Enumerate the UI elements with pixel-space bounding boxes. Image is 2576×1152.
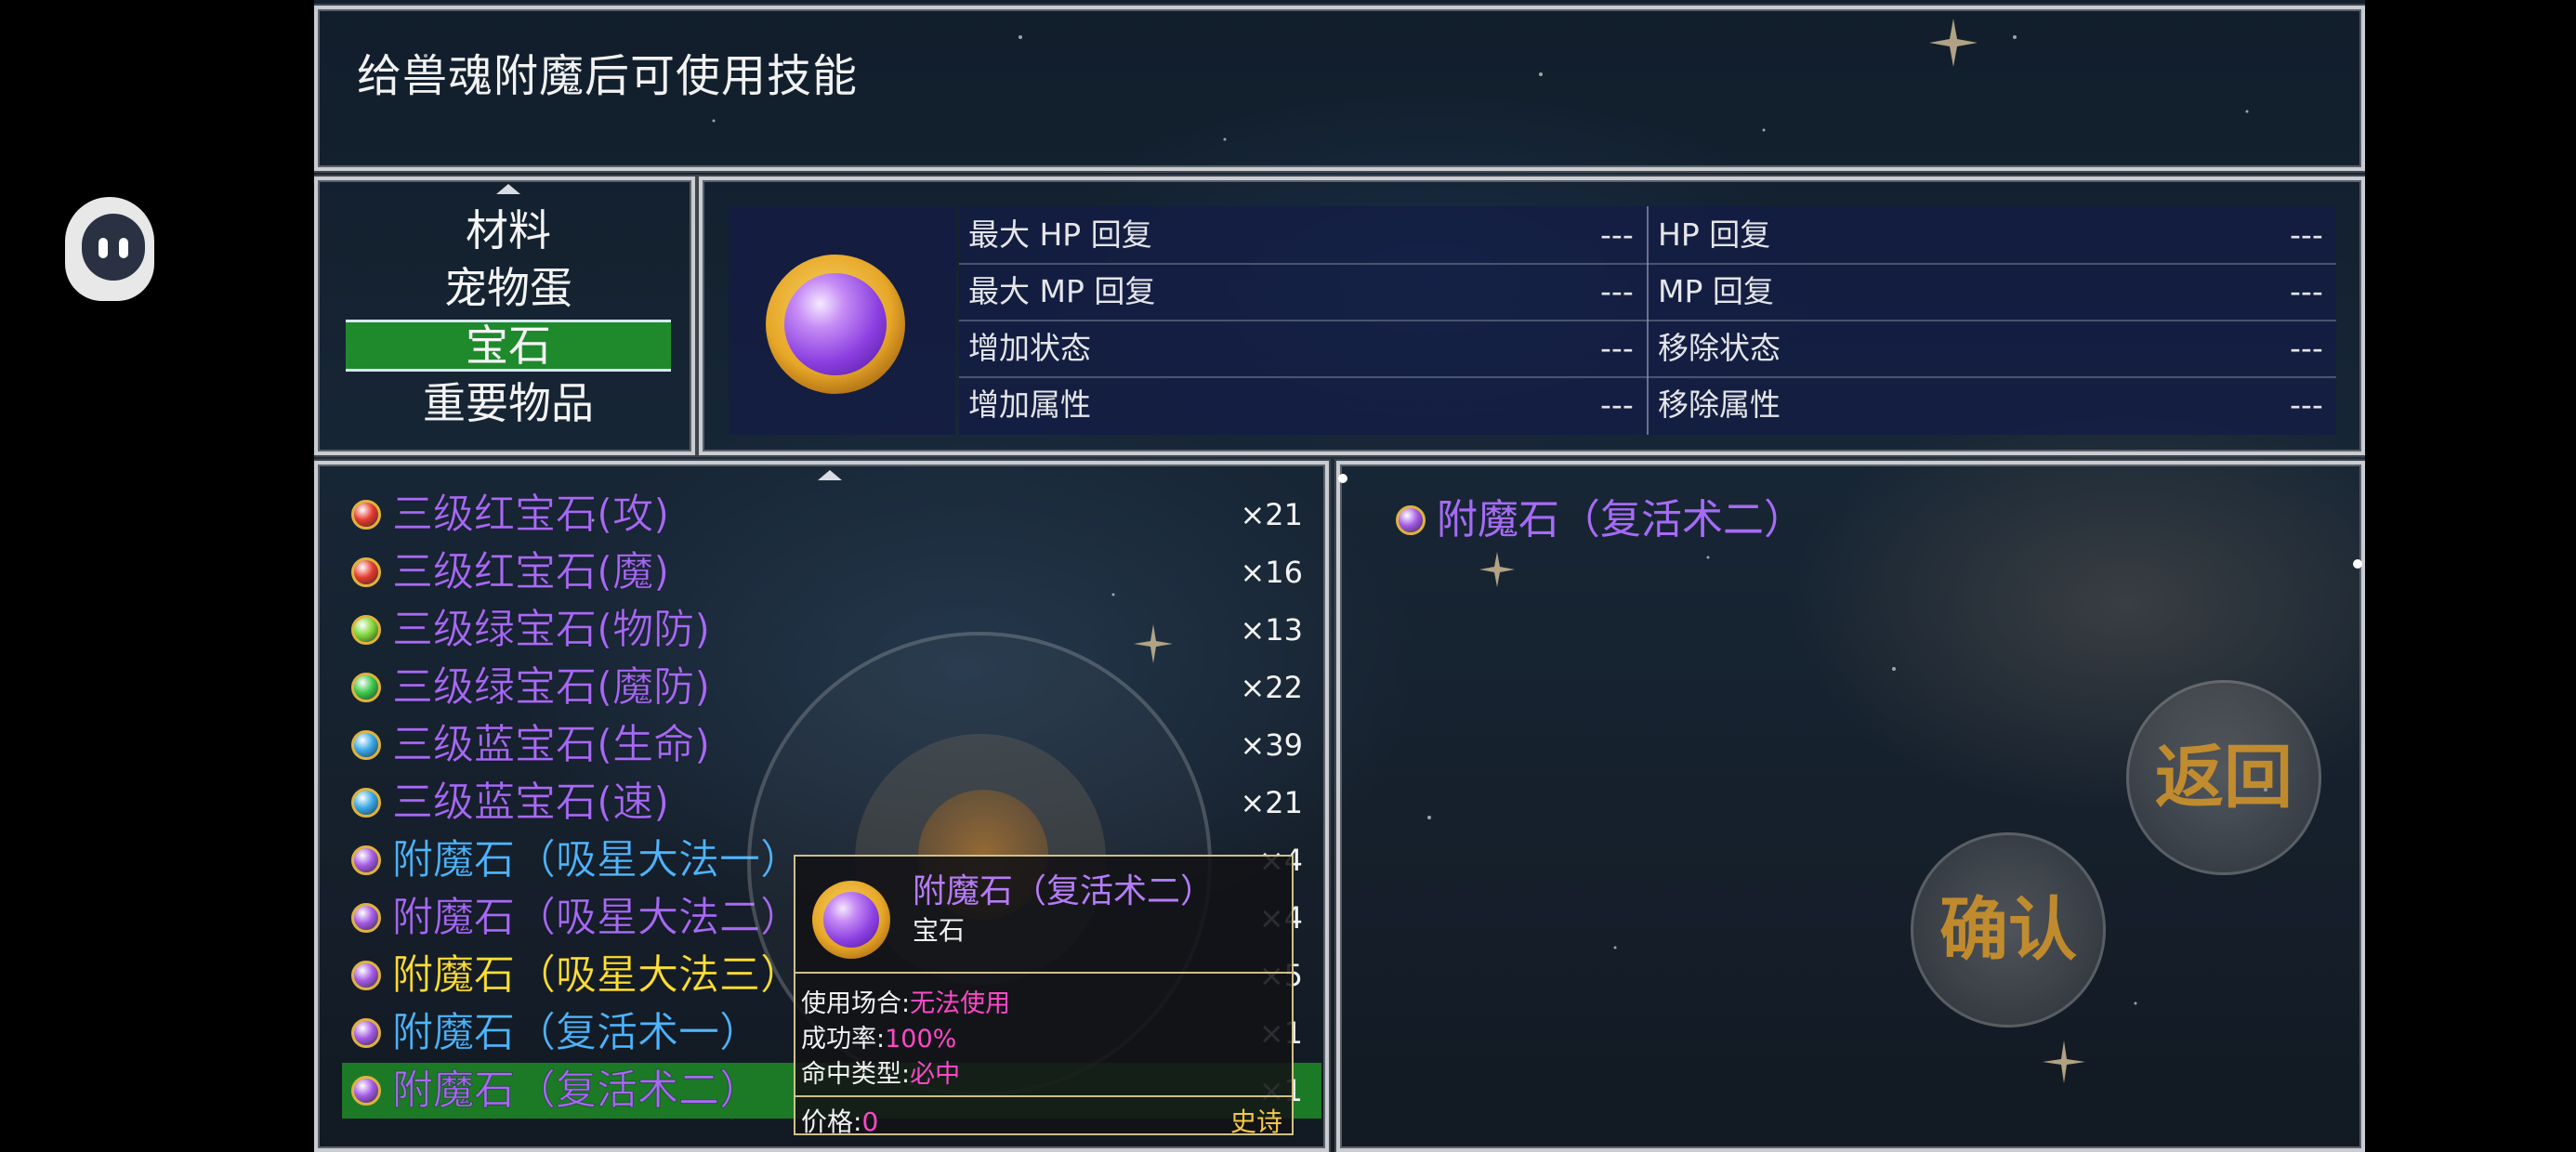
item-count: ×39: [1240, 727, 1303, 763]
category-gems[interactable]: 宝石: [346, 320, 671, 372]
item-name: 三级蓝宝石(生命): [391, 721, 711, 769]
floating-assistant-icon[interactable]: [65, 197, 154, 301]
gem-orb-icon: [351, 615, 381, 645]
stat-label: 增加属性: [968, 386, 1091, 423]
gem-orb-icon: [351, 845, 381, 875]
skill-name: 附魔石（复活术二）: [1437, 496, 1805, 543]
tooltip-hit-type: 命中类型:必中: [801, 1054, 960, 1090]
item-count: ×21: [1240, 497, 1303, 532]
item-stats-panel: 最大 HP 回复 --- HP 回复 --- 最大 MP 回复 --- MP 回…: [699, 177, 2365, 455]
usage-label: 使用场合:: [801, 989, 911, 1018]
stat-label: 移除状态: [1658, 330, 1781, 366]
scroll-marker: [1338, 474, 1347, 483]
stat-value: ---: [2290, 330, 2323, 366]
assistant-eye: [119, 238, 128, 258]
gem-orb-icon: [351, 961, 381, 990]
item-count: ×22: [1240, 670, 1303, 705]
scroll-up-arrow-icon[interactable]: [818, 470, 842, 480]
stat-value: ---: [2290, 386, 2323, 423]
gem-orb-icon: [351, 1018, 381, 1048]
item-name: 附魔石（复活术二）: [392, 1067, 761, 1115]
gem-orb-icon: [351, 500, 381, 530]
gem-orb-icon: [351, 1076, 381, 1106]
tooltip-rarity: 史诗: [1229, 1106, 1282, 1137]
stat-label: 最大 MP 回复: [968, 273, 1156, 309]
stat-value: ---: [1600, 386, 1634, 423]
item-name: 三级绿宝石(物防): [391, 606, 711, 654]
item-name: 附魔石（复活术一）: [392, 1009, 761, 1057]
stat-row: 最大 HP 回复 --- HP 回复 ---: [959, 206, 2336, 265]
item-preview: [729, 206, 955, 435]
category-pet-eggs[interactable]: 宠物蛋: [346, 262, 671, 314]
item-count: ×13: [1240, 612, 1303, 648]
confirm-button[interactable]: 确认: [1911, 832, 2106, 1028]
stat-label: 最大 HP 回复: [968, 216, 1152, 253]
item-name: 附魔石（吸星大法二）: [392, 894, 802, 942]
tooltip-price: 价格:0: [801, 1102, 878, 1139]
item-name: 三级蓝宝石(速): [391, 779, 670, 827]
item-name: 附魔石（吸星大法三）: [392, 951, 802, 1000]
tooltip-item-name: 附魔石（复活术二）: [913, 872, 1215, 910]
item-count: ×21: [1240, 785, 1303, 820]
purple-gem-icon: [812, 881, 890, 959]
scroll-marker: [2353, 559, 2362, 569]
assistant-face: [82, 214, 145, 281]
gem-orb-icon: [351, 903, 381, 933]
success-value: 100%: [885, 1025, 957, 1054]
hit-value: 必中: [910, 1060, 961, 1089]
stat-label: 移除属性: [1658, 386, 1781, 423]
stat-value: ---: [1600, 216, 1634, 253]
price-value: 0: [861, 1106, 879, 1137]
purple-gem-icon: [766, 255, 905, 394]
stat-label: 增加状态: [968, 330, 1091, 366]
help-text: 给兽魂附魔后可使用技能: [357, 50, 859, 102]
item-row[interactable]: 三级红宝石(魔) ×16: [342, 544, 1321, 600]
category-panel: 材料 宠物蛋 宝石 重要物品: [314, 177, 695, 455]
gem-orb-icon: [351, 788, 381, 818]
gem-orb-icon: [351, 673, 381, 702]
item-count: ×16: [1240, 555, 1303, 590]
stat-row: 最大 MP 回复 --- MP 回复 ---: [959, 263, 2336, 321]
category-key-items[interactable]: 重要物品: [346, 377, 671, 429]
skill-gem-icon: [1396, 505, 1426, 535]
assistant-eye: [99, 238, 108, 258]
gem-orb-icon: [351, 730, 381, 760]
stat-value: ---: [2290, 273, 2323, 309]
tooltip-item-type: 宝石: [913, 915, 966, 946]
item-row[interactable]: 三级绿宝石(物防) ×13: [342, 602, 1321, 658]
item-name: 附魔石（吸星大法一）: [392, 836, 802, 884]
stat-value: ---: [1600, 273, 1634, 309]
stats-table: 最大 HP 回复 --- HP 回复 --- 最大 MP 回复 --- MP 回…: [959, 206, 2336, 435]
item-name: 三级绿宝石(魔防): [391, 663, 711, 712]
stat-row: 增加属性 --- 移除属性 ---: [959, 376, 2336, 433]
price-label: 价格:: [801, 1106, 862, 1137]
item-tooltip: 附魔石（复活术二） 宝石 使用场合:无法使用 成功率:100% 命中类型:必中 …: [794, 855, 1294, 1137]
stat-label: MP 回复: [1658, 273, 1774, 309]
back-button[interactable]: 返回: [2126, 680, 2321, 875]
stat-row: 增加状态 --- 移除状态 ---: [959, 320, 2336, 378]
stat-value: ---: [1600, 330, 1634, 366]
stat-label: HP 回复: [1658, 216, 1771, 253]
gem-orb-icon: [351, 557, 381, 587]
scroll-up-arrow-icon[interactable]: [496, 184, 520, 194]
item-name: 三级红宝石(魔): [391, 548, 670, 596]
item-name: 三级红宝石(攻): [391, 491, 670, 539]
help-panel: 给兽魂附魔后可使用技能: [314, 6, 2365, 171]
item-row[interactable]: 三级红宝石(攻) ×21: [342, 487, 1321, 543]
stat-value: ---: [2290, 216, 2323, 253]
category-materials[interactable]: 材料: [346, 204, 671, 256]
usage-value: 无法使用: [910, 989, 1011, 1018]
tooltip-usage: 使用场合:无法使用: [801, 983, 1010, 1019]
tooltip-success-rate: 成功率:100%: [801, 1018, 956, 1054]
hit-label: 命中类型:: [801, 1060, 911, 1089]
game-screen: 给兽魂附魔后可使用技能 材料 宠物蛋 宝石 重要物品 最大 HP 回复 --- …: [314, 0, 2365, 1152]
success-label: 成功率:: [801, 1025, 886, 1054]
